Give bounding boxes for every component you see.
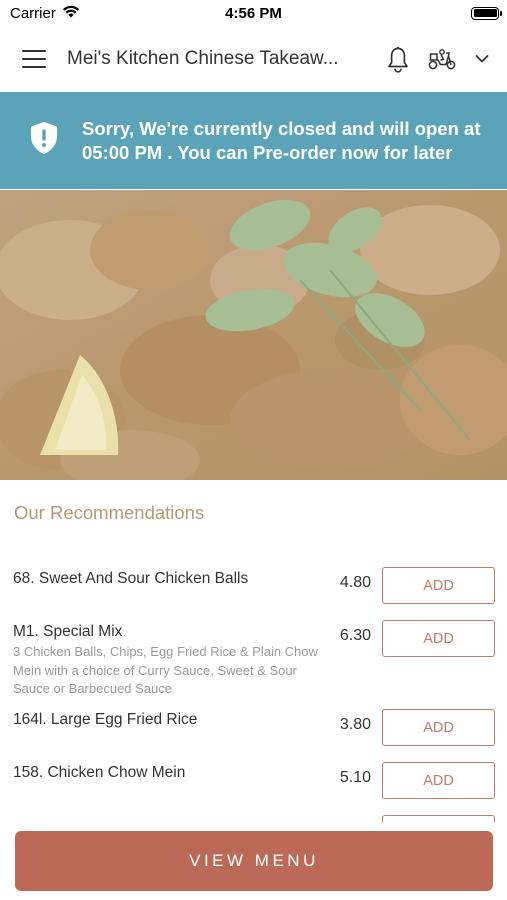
menu-item-partial[interactable] — [0, 800, 507, 822]
view-menu-button[interactable]: VIEW MENU — [15, 831, 493, 891]
status-left: Carrier — [10, 5, 80, 22]
add-button[interactable] — [382, 815, 495, 822]
menu-item[interactable]: 164l. Large Egg Fried Rice 3.80 ADD — [0, 694, 507, 747]
item-description: 3 Chicken Balls, Chips, Egg Fried Rice &… — [13, 644, 318, 696]
item-name: M1. Special Mix — [13, 623, 123, 640]
carrier-label: Carrier — [10, 4, 56, 22]
item-price: 6.30 — [339, 627, 371, 644]
header-actions — [387, 46, 489, 73]
menu-item[interactable]: 158. Chicken Chow Mein 5.10 ADD — [0, 747, 507, 800]
add-button[interactable]: ADD — [382, 567, 495, 604]
shield-alert-icon — [30, 121, 58, 160]
item-name: 68. Sweet And Sour Chicken Balls — [13, 570, 249, 587]
closed-message: Sorry, We're currently closed and will o… — [82, 118, 481, 163]
item-price: 4.80 — [339, 574, 371, 591]
recommendations-list: 68. Sweet And Sour Chicken Balls 4.80 AD… — [0, 552, 507, 822]
menu-icon[interactable] — [22, 50, 46, 68]
bell-icon[interactable] — [387, 46, 409, 73]
scooter-icon[interactable] — [427, 47, 457, 71]
add-button[interactable]: ADD — [382, 620, 495, 657]
chevron-down-icon[interactable] — [475, 54, 489, 64]
menu-item[interactable]: 68. Sweet And Sour Chicken Balls 4.80 AD… — [0, 552, 507, 605]
wifi-icon — [62, 5, 80, 22]
restaurant-title: Mei's Kitchen Chinese Takeaw... — [67, 48, 339, 69]
menu-item[interactable]: M1. Special Mix 3 Chicken Balls, Chips, … — [0, 605, 507, 696]
status-bar: Carrier 4:56 PM — [0, 0, 507, 26]
recommendations-title: Our Recommendations — [14, 502, 205, 523]
item-price: 3.80 — [339, 716, 371, 733]
closed-banner: Sorry, We're currently closed and will o… — [0, 92, 507, 189]
item-name: 164l. Large Egg Fried Rice — [13, 711, 198, 728]
hero-food-image — [0, 190, 507, 480]
item-name: 158. Chicken Chow Mein — [13, 764, 186, 781]
item-price: 5.10 — [339, 769, 371, 786]
add-button[interactable]: ADD — [382, 762, 495, 799]
battery-icon — [471, 6, 502, 20]
add-button[interactable]: ADD — [382, 709, 495, 746]
app-header: Mei's Kitchen Chinese Takeaw... — [0, 26, 507, 92]
